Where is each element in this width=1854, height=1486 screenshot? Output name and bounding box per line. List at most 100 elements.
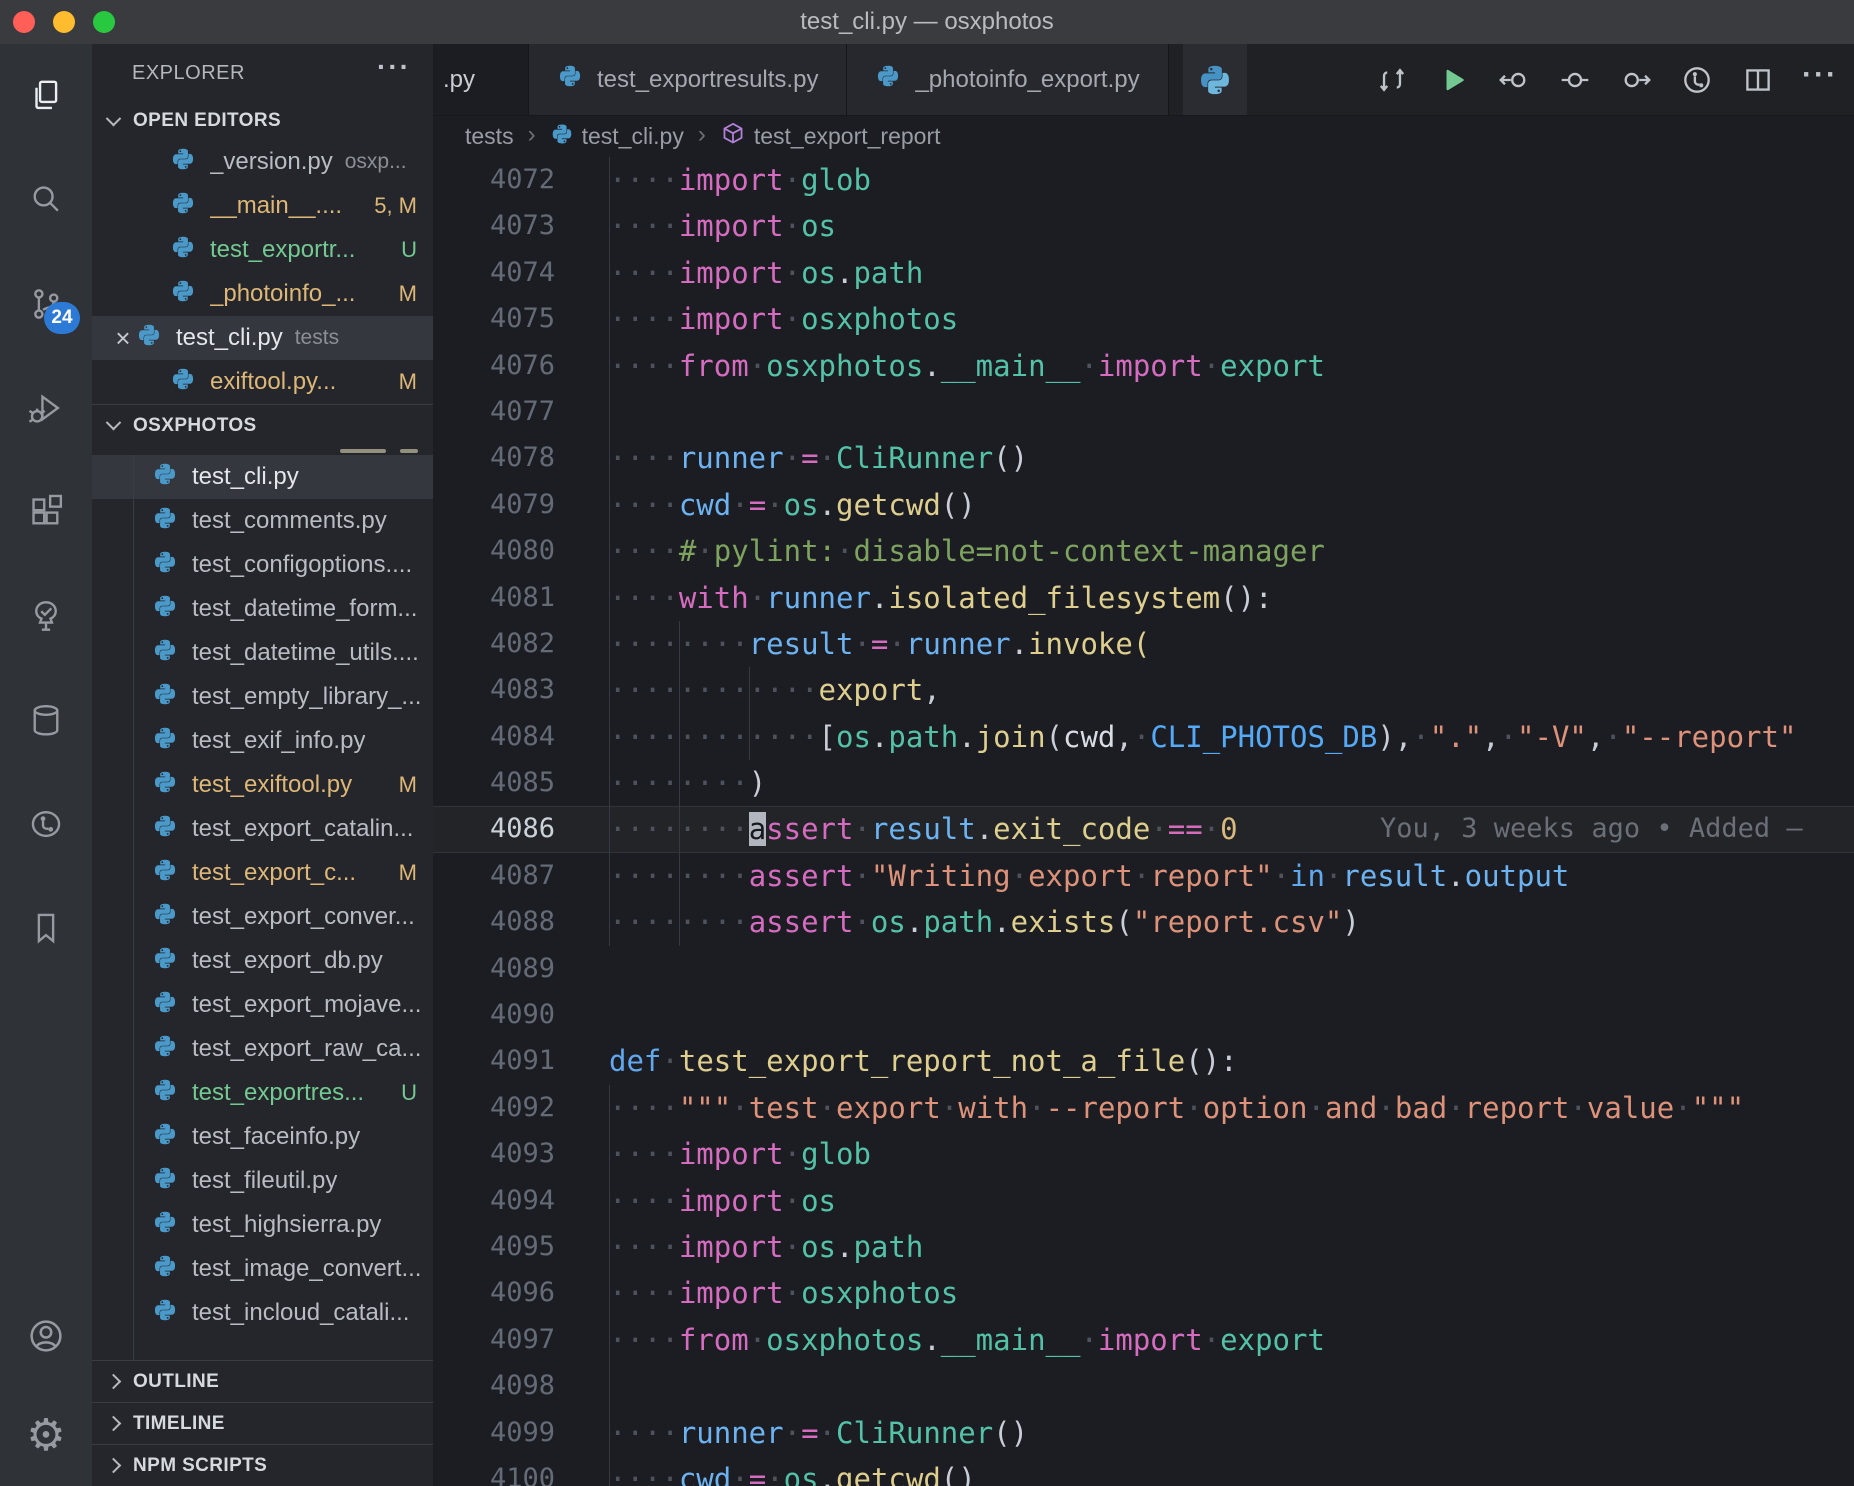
- code-line[interactable]: 4072····import·glob: [433, 157, 1854, 203]
- file-tree-item[interactable]: test_exiftool.pyM: [92, 763, 433, 807]
- open-editor-item[interactable]: _photoinfo_...M: [92, 272, 433, 316]
- code-line[interactable]: 4074····import·os.path: [433, 250, 1854, 296]
- account-icon[interactable]: [0, 1286, 92, 1386]
- code-editor[interactable]: 4072····import·glob4073····import·os4074…: [433, 157, 1854, 1486]
- file-tree-item[interactable]: test_cli.py: [92, 455, 433, 499]
- code-line[interactable]: 4073····import·os: [433, 203, 1854, 249]
- file-name: test_comments.py: [192, 507, 387, 535]
- code-line[interactable]: 4100····cwd·=·os.getcwd(): [433, 1456, 1854, 1486]
- file-tree-item[interactable]: test_exif_info.py: [92, 719, 433, 763]
- file-tree-item[interactable]: test_empty_library_...: [92, 675, 433, 719]
- extensions-icon[interactable]: [0, 460, 92, 564]
- file-tree-item[interactable]: test_export_c...M: [92, 851, 433, 895]
- run-icon[interactable]: [1436, 63, 1470, 97]
- code-line[interactable]: 4086········assert·result.exit_code·==·0…: [433, 806, 1854, 852]
- file-tree-item[interactable]: test_incloud_catali...: [92, 1291, 433, 1335]
- code-line[interactable]: 4083············export,: [433, 667, 1854, 713]
- more-actions-icon[interactable]: ···: [1802, 75, 1838, 85]
- open-editor-item[interactable]: __main__....5, M: [92, 184, 433, 228]
- open-editors-section-header[interactable]: OPEN EDITORS: [92, 102, 433, 140]
- code-line[interactable]: 4095····import·os.path: [433, 1224, 1854, 1270]
- code-line[interactable]: 4090: [433, 992, 1854, 1038]
- file-tree-item[interactable]: test_export_raw_ca...: [92, 1027, 433, 1071]
- open-editor-item[interactable]: _version.pyosxp...: [92, 140, 433, 184]
- code-line[interactable]: 4094····import·os: [433, 1178, 1854, 1224]
- breadcrumb-item[interactable]: test_export_report: [720, 121, 941, 153]
- indent-guide: [609, 435, 610, 481]
- zoom-window-button[interactable]: [93, 11, 115, 33]
- file-tree-item[interactable]: test_export_catalin...: [92, 807, 433, 851]
- editor-tab[interactable]: .py: [433, 44, 529, 115]
- record-icon[interactable]: [1558, 63, 1592, 97]
- python-file-icon: [152, 1033, 178, 1066]
- code-line[interactable]: 4085········): [433, 760, 1854, 806]
- search-icon[interactable]: [0, 148, 92, 252]
- code-line[interactable]: 4097····from·osxphotos.__main__·import·e…: [433, 1317, 1854, 1363]
- code-line[interactable]: 4087········assert·"Writing·export·repor…: [433, 853, 1854, 899]
- python-file-icon: [152, 593, 178, 626]
- section-header-npm-scripts[interactable]: NPM SCRIPTS: [92, 1444, 433, 1486]
- code-line[interactable]: 4077: [433, 389, 1854, 435]
- code-line[interactable]: 4096····import·osxphotos: [433, 1270, 1854, 1316]
- file-tree-item[interactable]: test_configoptions....: [92, 543, 433, 587]
- gitlens-icon[interactable]: [0, 772, 92, 876]
- code-line[interactable]: 4082········result·=·runner.invoke(: [433, 621, 1854, 667]
- close-icon[interactable]: ×: [110, 323, 136, 354]
- file-tree-item[interactable]: test_image_convert...: [92, 1247, 433, 1291]
- line-number: 4084: [433, 714, 609, 760]
- code-line[interactable]: 4089: [433, 946, 1854, 992]
- file-tree-item[interactable]: test_export_mojave...: [92, 983, 433, 1027]
- code-line[interactable]: 4092····"""·test·export·with·--report·op…: [433, 1085, 1854, 1131]
- line-number: 4086: [433, 806, 609, 852]
- code-line[interactable]: 4098: [433, 1363, 1854, 1409]
- python-logo-icon[interactable]: [1183, 44, 1247, 115]
- file-tree-item[interactable]: test_export_conver...: [92, 895, 433, 939]
- editor-tab[interactable]: test_exportresults.py: [529, 44, 847, 115]
- code-line[interactable]: 4091def·test_export_report_not_a_file():: [433, 1038, 1854, 1084]
- code-line[interactable]: 4084············[os.path.join(cwd,·CLI_P…: [433, 714, 1854, 760]
- file-tree-item[interactable]: test_datetime_form...: [92, 587, 433, 631]
- section-header-outline[interactable]: OUTLINE: [92, 1360, 433, 1402]
- split-editor-icon[interactable]: [1741, 63, 1775, 97]
- editor-tab[interactable]: _photoinfo_export.py: [847, 44, 1168, 115]
- breadcrumb-item[interactable]: tests: [465, 123, 514, 150]
- code-line[interactable]: 4088········assert·os.path.exists("repor…: [433, 899, 1854, 945]
- close-window-button[interactable]: [13, 11, 35, 33]
- indent-guide: [609, 1270, 610, 1316]
- source-control-icon[interactable]: 24: [0, 252, 92, 356]
- code-line[interactable]: 4080····#·pylint:·disable=not-context-ma…: [433, 528, 1854, 574]
- open-editor-item[interactable]: test_exportr...U: [92, 228, 433, 272]
- more-actions-icon[interactable]: ···: [377, 67, 411, 79]
- testing-tree-icon[interactable]: [0, 564, 92, 668]
- folder-section-header[interactable]: OSXPHOTOS: [92, 404, 433, 446]
- breadcrumb-item[interactable]: test_cli.py: [550, 122, 684, 152]
- file-tree-item[interactable]: test_faceinfo.py: [92, 1115, 433, 1159]
- file-tree-item[interactable]: test_highsierra.py: [92, 1203, 433, 1247]
- code-line[interactable]: 4075····import·osxphotos: [433, 296, 1854, 342]
- file-tree-item[interactable]: test_datetime_utils....: [92, 631, 433, 675]
- code-line[interactable]: 4081····with·runner.isolated_filesystem(…: [433, 575, 1854, 621]
- open-editor-item[interactable]: × test_cli.pytests: [92, 316, 433, 360]
- database-icon[interactable]: [0, 668, 92, 772]
- history-icon[interactable]: [1680, 63, 1714, 97]
- code-line[interactable]: 4078····runner·=·CliRunner(): [433, 435, 1854, 481]
- explorer-icon[interactable]: [0, 44, 92, 148]
- code-line[interactable]: 4076····from·osxphotos.__main__·import·e…: [433, 343, 1854, 389]
- compare-icon[interactable]: [1375, 63, 1409, 97]
- python-file-icon: [557, 63, 583, 96]
- settings-icon[interactable]: ⚙: [0, 1386, 92, 1486]
- step-out-icon[interactable]: [1619, 63, 1653, 97]
- file-tree-item[interactable]: test_comments.py: [92, 499, 433, 543]
- file-tree-item[interactable]: test_fileutil.py: [92, 1159, 433, 1203]
- step-back-icon[interactable]: [1497, 63, 1531, 97]
- file-tree-item[interactable]: test_export_db.py: [92, 939, 433, 983]
- code-line[interactable]: 4093····import·glob: [433, 1131, 1854, 1177]
- code-line[interactable]: 4079····cwd·=·os.getcwd(): [433, 482, 1854, 528]
- bookmarks-icon[interactable]: [0, 876, 92, 980]
- run-debug-icon[interactable]: [0, 356, 92, 460]
- minimize-window-button[interactable]: [53, 11, 75, 33]
- open-editor-item[interactable]: exiftool.py...M: [92, 360, 433, 404]
- section-header-timeline[interactable]: TIMELINE: [92, 1402, 433, 1444]
- file-tree-item[interactable]: test_exportres...U: [92, 1071, 433, 1115]
- code-line[interactable]: 4099····runner·=·CliRunner(): [433, 1410, 1854, 1456]
